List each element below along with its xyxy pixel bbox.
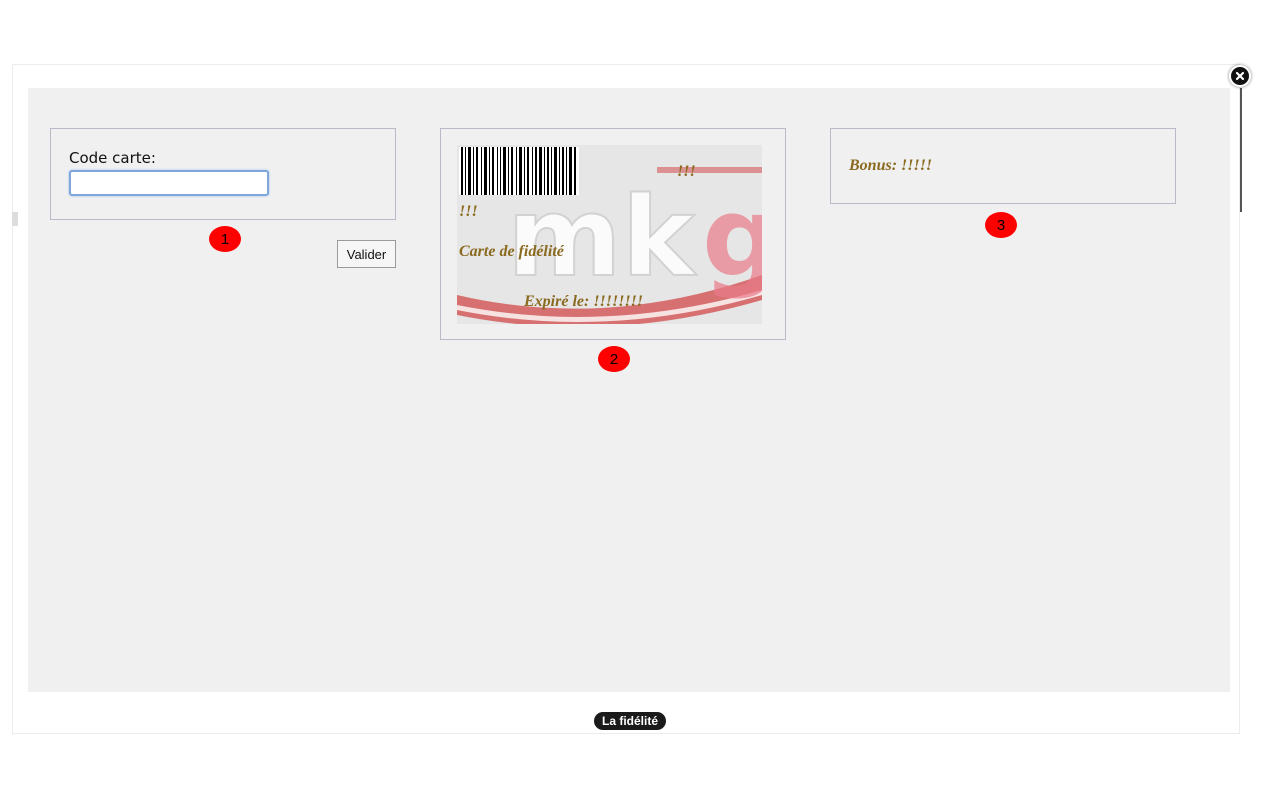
- step-marker-3: 3: [985, 212, 1017, 238]
- bonus-text: Bonus: !!!!!: [849, 157, 933, 174]
- svg-text:g: g: [702, 173, 762, 301]
- validate-button[interactable]: Valider: [337, 240, 396, 268]
- card-expiry: Expiré le: !!!!!!!!: [524, 293, 644, 310]
- frame-notch: [12, 212, 18, 226]
- card-code-input[interactable]: [69, 170, 269, 196]
- card-code-label: Code carte:: [69, 149, 156, 167]
- step-marker-2: 2: [598, 346, 630, 372]
- bonus-panel: Bonus: !!!!!: [830, 128, 1176, 204]
- scrollbar-edge: [1240, 88, 1242, 212]
- step-marker-1: 1: [209, 226, 241, 252]
- close-icon[interactable]: [1229, 65, 1251, 87]
- card-title: Carte de fidélité: [459, 243, 564, 260]
- loyalty-card-panel: mk g !!! !!! Carte de fidélité Expiré le…: [440, 128, 786, 340]
- barcode-icon: [459, 147, 579, 195]
- card-code-top: !!!: [677, 163, 696, 180]
- loyalty-card: mk g !!! !!! Carte de fidélité Expiré le…: [457, 145, 762, 324]
- card-code-bottom: !!!: [459, 203, 478, 220]
- card-code-panel: Code carte:: [50, 128, 396, 220]
- modal-caption: La fidélité: [594, 712, 667, 730]
